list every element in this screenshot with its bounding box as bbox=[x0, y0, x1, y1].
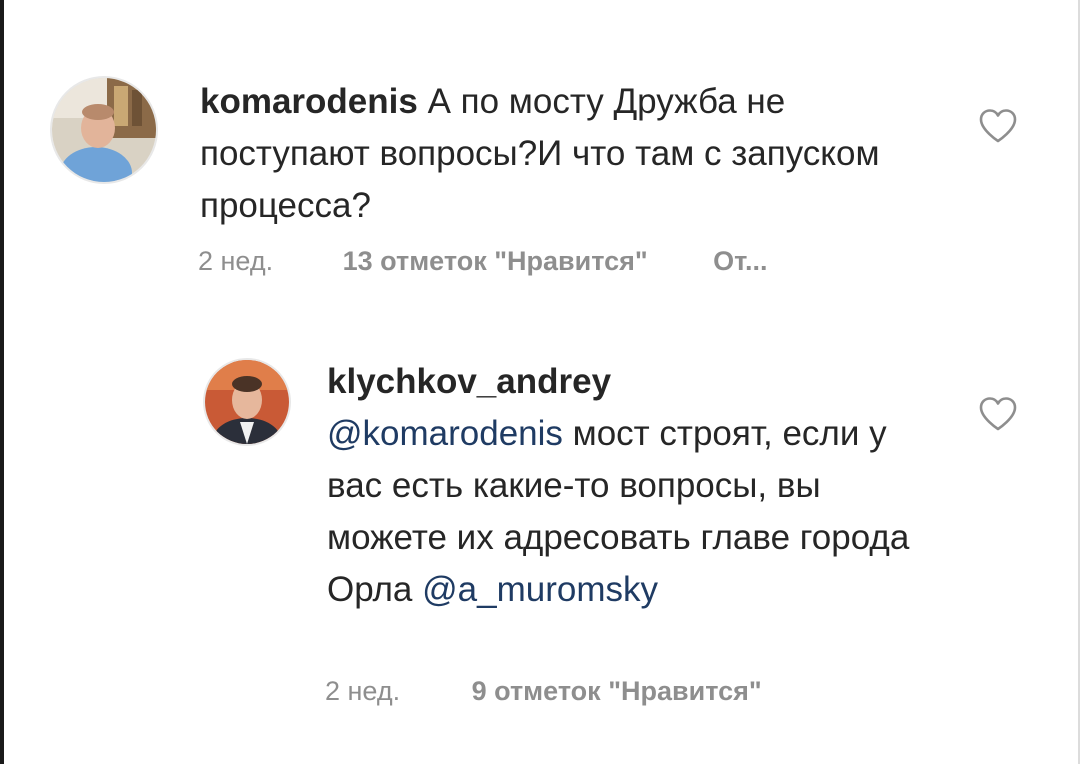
screen-left-edge bbox=[0, 0, 4, 764]
avatar-photo bbox=[52, 78, 156, 182]
avatar-photo bbox=[205, 360, 289, 444]
reply-username[interactable]: klychkov_andrey bbox=[327, 362, 611, 401]
avatar[interactable] bbox=[50, 76, 158, 184]
reply-likes[interactable]: 9 отметок "Нравится" bbox=[472, 676, 762, 707]
comment-username[interactable]: komarodenis bbox=[200, 82, 418, 121]
comment-time: 2 нед. bbox=[198, 246, 274, 276]
comment-likes[interactable]: 13 отметок "Нравится" bbox=[343, 246, 648, 277]
comment-body: komarodenis А по мосту Дружба не поступа… bbox=[200, 76, 920, 232]
reply-time: 2 нед. bbox=[325, 676, 401, 706]
reply-body: @komarodenis мост строят, если у вас ест… bbox=[327, 408, 937, 616]
reply-meta: 2 нед. 9 отметок "Нравится" bbox=[325, 676, 762, 707]
reply-username-line: klychkov_andrey bbox=[327, 356, 947, 408]
comment-meta: 2 нед. 13 отметок "Нравится" От... bbox=[198, 246, 768, 277]
mention-link[interactable]: @komarodenis bbox=[327, 414, 563, 453]
heart-outline-icon[interactable] bbox=[978, 396, 1018, 432]
reply-button[interactable]: От... bbox=[713, 246, 767, 277]
avatar[interactable] bbox=[203, 358, 291, 446]
heart-outline-icon[interactable] bbox=[978, 108, 1018, 144]
mention-link[interactable]: @a_muromsky bbox=[422, 570, 658, 609]
